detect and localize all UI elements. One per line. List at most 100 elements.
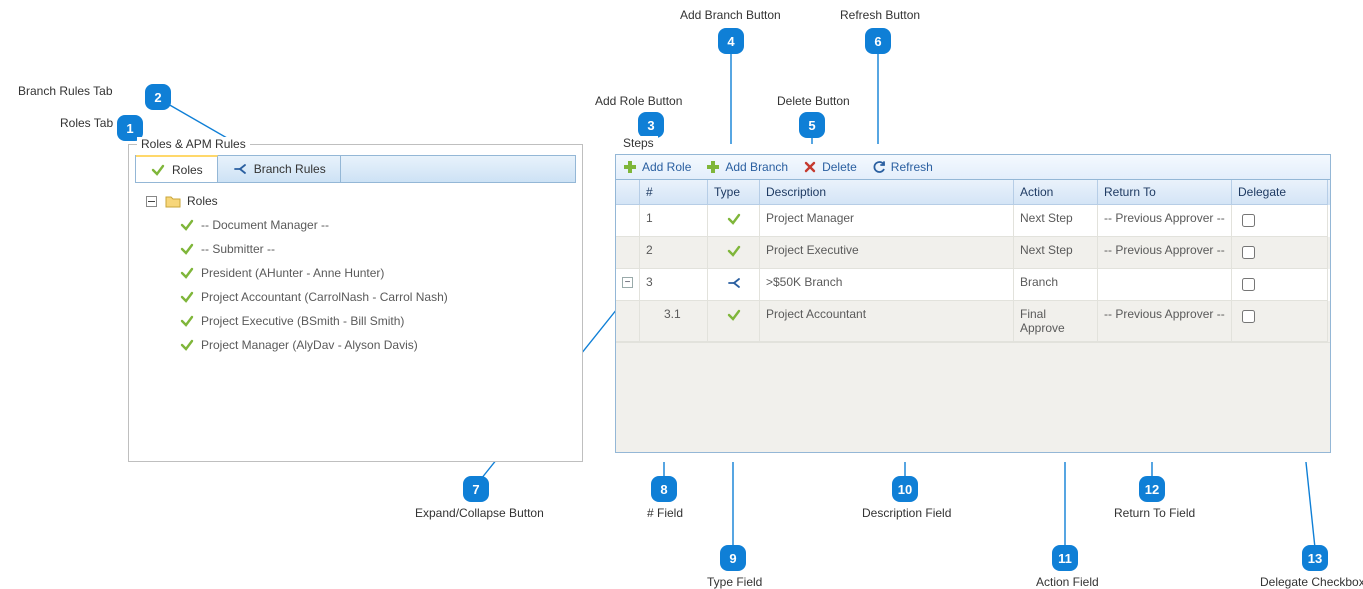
cell-type[interactable] [708, 301, 760, 342]
cell-action[interactable]: Final Approve [1014, 301, 1098, 342]
callout-num-10: 10 [892, 476, 918, 502]
cell-desc[interactable]: Project Accountant [760, 301, 1014, 342]
callout-label-3: Add Role Button [595, 94, 682, 108]
callout-label-11: Action Field [1036, 575, 1099, 589]
cell-delegate[interactable] [1232, 237, 1328, 269]
callout-num-4: 4 [718, 28, 744, 54]
callout-label-12: Return To Field [1114, 506, 1195, 520]
cell-desc[interactable]: >$50K Branch [760, 269, 1014, 301]
cell-type[interactable] [708, 205, 760, 237]
add-branch-button[interactable]: Add Branch [705, 159, 788, 175]
tab-branch-rules-label: Branch Rules [254, 162, 326, 176]
tree-item[interactable]: Project Manager (AlyDav - Alyson Davis) [143, 333, 568, 357]
cell-delegate[interactable] [1232, 205, 1328, 237]
cell-num[interactable]: 2 [640, 237, 708, 269]
callout-num-5: 5 [799, 112, 825, 138]
cell-returnto[interactable]: -- Previous Approver -- [1098, 301, 1232, 342]
col-action[interactable]: Action [1014, 180, 1098, 205]
cell-expander[interactable]: − [616, 269, 640, 301]
cell-action[interactable]: Branch [1014, 269, 1098, 301]
check-icon [179, 217, 195, 233]
cell-delegate[interactable] [1232, 269, 1328, 301]
callout-label-6: Refresh Button [840, 8, 920, 22]
refresh-button[interactable]: Refresh [871, 159, 933, 175]
tree-item-label: -- Submitter -- [201, 242, 275, 256]
tree-item-label: Project Manager (AlyDav - Alyson Davis) [201, 338, 418, 352]
callout-num-7: 7 [463, 476, 489, 502]
callout-num-3: 3 [638, 112, 664, 138]
refresh-icon [871, 159, 887, 175]
col-type[interactable]: Type [708, 180, 760, 205]
tree-item[interactable]: President (AHunter - Anne Hunter) [143, 261, 568, 285]
cell-desc[interactable]: Project Manager [760, 205, 1014, 237]
check-icon [179, 313, 195, 329]
delegate-checkbox[interactable] [1242, 310, 1255, 323]
cell-expander [616, 301, 640, 342]
callout-label-9: Type Field [707, 575, 762, 589]
cell-num[interactable]: 3.1 [640, 301, 708, 342]
grid-header: # Type Description Action Return To Dele… [616, 180, 1330, 205]
tree-item[interactable]: Project Executive (BSmith - Bill Smith) [143, 309, 568, 333]
tab-roles-label: Roles [172, 163, 203, 177]
steps-toolbar: Add Role Add Branch Delete Refresh [615, 154, 1331, 180]
grid-row[interactable]: − 3 >$50K Branch Branch [616, 269, 1330, 301]
callout-label-2: Branch Rules Tab [18, 84, 113, 98]
check-icon [726, 307, 742, 323]
steps-panel: Steps Add Role Add Branch Delete Refresh [615, 144, 1331, 462]
cell-returnto[interactable]: -- Previous Approver -- [1098, 205, 1232, 237]
tab-branch-rules[interactable]: Branch Rules [218, 156, 341, 182]
callout-label-13: Delegate Checkbox [1260, 575, 1363, 589]
callout-num-12: 12 [1139, 476, 1165, 502]
cell-delegate[interactable] [1232, 301, 1328, 342]
cell-desc[interactable]: Project Executive [760, 237, 1014, 269]
delete-icon [802, 159, 818, 175]
plus-icon [622, 159, 638, 175]
cell-returnto[interactable]: -- Previous Approver -- [1098, 237, 1232, 269]
tree-item[interactable]: Project Accountant (CarrolNash - Carrol … [143, 285, 568, 309]
add-branch-label: Add Branch [725, 160, 788, 174]
col-num[interactable]: # [640, 180, 708, 205]
grid-row[interactable]: 2 Project Executive Next Step -- Previou… [616, 237, 1330, 269]
delegate-checkbox[interactable] [1242, 246, 1255, 259]
refresh-label: Refresh [891, 160, 933, 174]
cell-returnto[interactable] [1098, 269, 1232, 301]
cell-action[interactable]: Next Step [1014, 205, 1098, 237]
cell-num[interactable]: 3 [640, 269, 708, 301]
tree-item-label: President (AHunter - Anne Hunter) [201, 266, 384, 280]
minus-icon[interactable]: − [622, 277, 633, 288]
add-role-label: Add Role [642, 160, 691, 174]
folder-icon [165, 193, 181, 209]
tab-roles[interactable]: Roles [136, 155, 218, 182]
tree-root-label: Roles [187, 194, 218, 208]
tree-item-label: Project Executive (BSmith - Bill Smith) [201, 314, 404, 328]
grid-row[interactable]: 3.1 Project Accountant Final Approve -- … [616, 301, 1330, 342]
callout-label-5: Delete Button [777, 94, 850, 108]
col-expander [616, 180, 640, 205]
delegate-checkbox[interactable] [1242, 214, 1255, 227]
steps-panel-title: Steps [619, 136, 658, 150]
tree-item[interactable]: -- Document Manager -- [143, 213, 568, 237]
cell-expander [616, 237, 640, 269]
cell-type[interactable] [708, 269, 760, 301]
add-role-button[interactable]: Add Role [622, 159, 691, 175]
tree-root-roles[interactable]: Roles [143, 189, 568, 213]
col-returnto[interactable]: Return To [1098, 180, 1232, 205]
collapse-icon[interactable] [143, 193, 159, 209]
delete-button[interactable]: Delete [802, 159, 857, 175]
grid-filler [616, 342, 1330, 452]
check-icon [179, 265, 195, 281]
cell-num[interactable]: 1 [640, 205, 708, 237]
check-icon [150, 162, 166, 178]
col-delegate[interactable]: Delegate [1232, 180, 1328, 205]
col-desc[interactable]: Description [760, 180, 1014, 205]
tree-item[interactable]: -- Submitter -- [143, 237, 568, 261]
callout-label-10: Description Field [862, 506, 951, 520]
cell-type[interactable] [708, 237, 760, 269]
tree-item-label: -- Document Manager -- [201, 218, 329, 232]
check-icon [726, 243, 742, 259]
delegate-checkbox[interactable] [1242, 278, 1255, 291]
grid-row[interactable]: 1 Project Manager Next Step -- Previous … [616, 205, 1330, 237]
cell-action[interactable]: Next Step [1014, 237, 1098, 269]
callout-label-1: Roles Tab [60, 116, 113, 130]
roles-apm-panel-title: Roles & APM Rules [137, 137, 250, 151]
